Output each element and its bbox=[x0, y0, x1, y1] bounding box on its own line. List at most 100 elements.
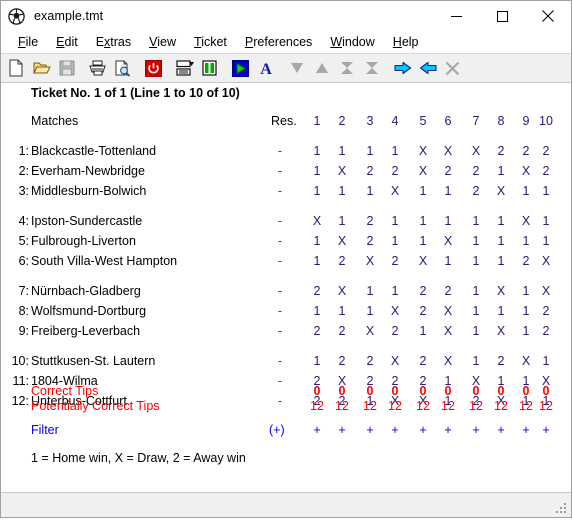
tip-cell[interactable]: X bbox=[539, 251, 553, 271]
match-result[interactable]: - bbox=[273, 141, 287, 161]
filter-res-toggle[interactable]: (+) bbox=[269, 420, 285, 440]
tip-cell[interactable]: X bbox=[469, 141, 483, 161]
tip-cell[interactable]: 2 bbox=[388, 161, 402, 181]
table-row[interactable]: 5: Fulbrough-Liverton -1 X 2 1 1 X 1 1 1 1 bbox=[1, 231, 571, 251]
tip-cell[interactable]: 1 bbox=[469, 321, 483, 341]
close-button[interactable] bbox=[525, 1, 571, 31]
menu-edit[interactable]: Edit bbox=[47, 31, 87, 53]
filter-toggle[interactable]: + bbox=[539, 420, 553, 440]
tip-cell[interactable]: 1 bbox=[310, 251, 324, 271]
tip-cell[interactable]: 1 bbox=[469, 281, 483, 301]
tip-cell[interactable]: 1 bbox=[469, 301, 483, 321]
match-result[interactable]: - bbox=[273, 211, 287, 231]
arrow-right-icon[interactable] bbox=[390, 56, 415, 81]
tip-cell[interactable]: 2 bbox=[363, 161, 377, 181]
tip-cell[interactable]: 1 bbox=[416, 181, 430, 201]
filter-toggle[interactable]: + bbox=[519, 420, 533, 440]
tip-cell[interactable]: 1 bbox=[335, 141, 349, 161]
tip-cell[interactable]: 2 bbox=[335, 321, 349, 341]
tip-cell[interactable]: X bbox=[494, 281, 508, 301]
tip-cell[interactable]: 1 bbox=[388, 211, 402, 231]
tip-cell[interactable]: 1 bbox=[469, 231, 483, 251]
tip-cell[interactable]: 1 bbox=[363, 301, 377, 321]
tip-cell[interactable]: X bbox=[363, 321, 377, 341]
filter-toggle[interactable]: + bbox=[441, 420, 455, 440]
menu-file[interactable]: File bbox=[9, 31, 47, 53]
tip-cell[interactable]: 1 bbox=[469, 351, 483, 371]
resize-grip-icon[interactable] bbox=[555, 502, 568, 515]
tip-cell[interactable]: 1 bbox=[519, 301, 533, 321]
tip-cell[interactable]: X bbox=[363, 251, 377, 271]
match-result[interactable]: - bbox=[273, 351, 287, 371]
new-file-icon[interactable] bbox=[4, 56, 29, 81]
tip-cell[interactable]: 1 bbox=[335, 181, 349, 201]
tip-cell[interactable]: 1 bbox=[310, 161, 324, 181]
tip-cell[interactable]: 2 bbox=[539, 161, 553, 181]
menu-help[interactable]: Help bbox=[384, 31, 428, 53]
tip-cell[interactable]: 1 bbox=[416, 231, 430, 251]
match-result[interactable]: - bbox=[273, 301, 287, 321]
tip-cell[interactable]: 2 bbox=[310, 281, 324, 301]
menu-extras[interactable]: Extras bbox=[87, 31, 140, 53]
tip-cell[interactable]: X bbox=[335, 161, 349, 181]
tip-cell[interactable]: 2 bbox=[310, 321, 324, 341]
tip-cell[interactable]: 2 bbox=[494, 141, 508, 161]
font-letter-a-icon[interactable]: A bbox=[253, 56, 278, 81]
tip-cell[interactable]: X bbox=[441, 231, 455, 251]
tip-cell[interactable]: 1 bbox=[494, 211, 508, 231]
table-row[interactable]: 7: Nürnbach-Gladberg -2 X 1 1 2 2 1 X 1 X bbox=[1, 281, 571, 301]
split-horizontal-icon[interactable] bbox=[172, 56, 197, 81]
tip-cell[interactable]: 1 bbox=[363, 281, 377, 301]
arrow-left-icon[interactable] bbox=[415, 56, 440, 81]
tip-cell[interactable]: 1 bbox=[494, 301, 508, 321]
tip-cell[interactable]: 2 bbox=[335, 251, 349, 271]
tip-cell[interactable]: 1 bbox=[388, 281, 402, 301]
tip-cell[interactable]: 2 bbox=[469, 161, 483, 181]
menu-view[interactable]: View bbox=[140, 31, 185, 53]
table-row[interactable]: 10: Stuttkusen-St. Lautern -1 2 2 X 2 X 1 2 X 1 bbox=[1, 351, 571, 371]
tip-cell[interactable]: 2 bbox=[416, 301, 430, 321]
table-row[interactable]: 2: Everham-Newbridge -1 X 2 2 X 2 2 1 X 2 bbox=[1, 161, 571, 181]
tip-cell[interactable]: X bbox=[310, 211, 324, 231]
tip-cell[interactable]: 1 bbox=[310, 181, 324, 201]
run-play-icon[interactable] bbox=[228, 56, 253, 81]
tip-cell[interactable]: 1 bbox=[539, 231, 553, 251]
tip-cell[interactable]: 1 bbox=[363, 181, 377, 201]
table-row[interactable]: 8: Wolfsmund-Dortburg -1 1 1 X 2 X 1 1 1 2 bbox=[1, 301, 571, 321]
tip-cell[interactable]: X bbox=[416, 251, 430, 271]
tip-cell[interactable]: 1 bbox=[310, 141, 324, 161]
tip-cell[interactable]: X bbox=[416, 161, 430, 181]
tip-cell[interactable]: X bbox=[519, 161, 533, 181]
tip-cell[interactable]: 1 bbox=[519, 281, 533, 301]
tip-cell[interactable]: 1 bbox=[416, 321, 430, 341]
table-row[interactable]: 4: Ipston-Sundercastle - X 1 2 1 1 1 1 1 X 1 bbox=[1, 211, 571, 231]
tip-cell[interactable]: 1 bbox=[469, 251, 483, 271]
filter-toggle[interactable]: + bbox=[335, 420, 349, 440]
filter-toggle[interactable]: + bbox=[416, 420, 430, 440]
tip-cell[interactable]: 2 bbox=[363, 211, 377, 231]
match-result[interactable]: - bbox=[273, 251, 287, 271]
tip-cell[interactable]: 1 bbox=[335, 301, 349, 321]
match-result[interactable]: - bbox=[273, 321, 287, 341]
tip-cell[interactable]: 2 bbox=[416, 351, 430, 371]
tip-cell[interactable]: 2 bbox=[388, 321, 402, 341]
tip-cell[interactable]: X bbox=[388, 301, 402, 321]
tip-cell[interactable]: 2 bbox=[494, 351, 508, 371]
tip-cell[interactable]: 2 bbox=[416, 281, 430, 301]
match-result[interactable]: - bbox=[273, 181, 287, 201]
print-preview-icon[interactable] bbox=[110, 56, 135, 81]
tip-cell[interactable]: X bbox=[388, 181, 402, 201]
tip-cell[interactable]: 1 bbox=[441, 251, 455, 271]
tip-cell[interactable]: 2 bbox=[539, 321, 553, 341]
tip-cell[interactable]: 2 bbox=[441, 161, 455, 181]
filter-toggle[interactable]: + bbox=[363, 420, 377, 440]
match-result[interactable]: - bbox=[273, 161, 287, 181]
tip-cell[interactable]: X bbox=[441, 141, 455, 161]
tip-cell[interactable]: 1 bbox=[539, 351, 553, 371]
tip-cell[interactable]: 2 bbox=[335, 351, 349, 371]
tip-cell[interactable]: 1 bbox=[388, 231, 402, 251]
tip-cell[interactable]: 1 bbox=[310, 231, 324, 251]
menu-window[interactable]: Window bbox=[321, 31, 383, 53]
tip-cell[interactable]: 1 bbox=[519, 231, 533, 251]
tip-cell[interactable]: X bbox=[416, 141, 430, 161]
